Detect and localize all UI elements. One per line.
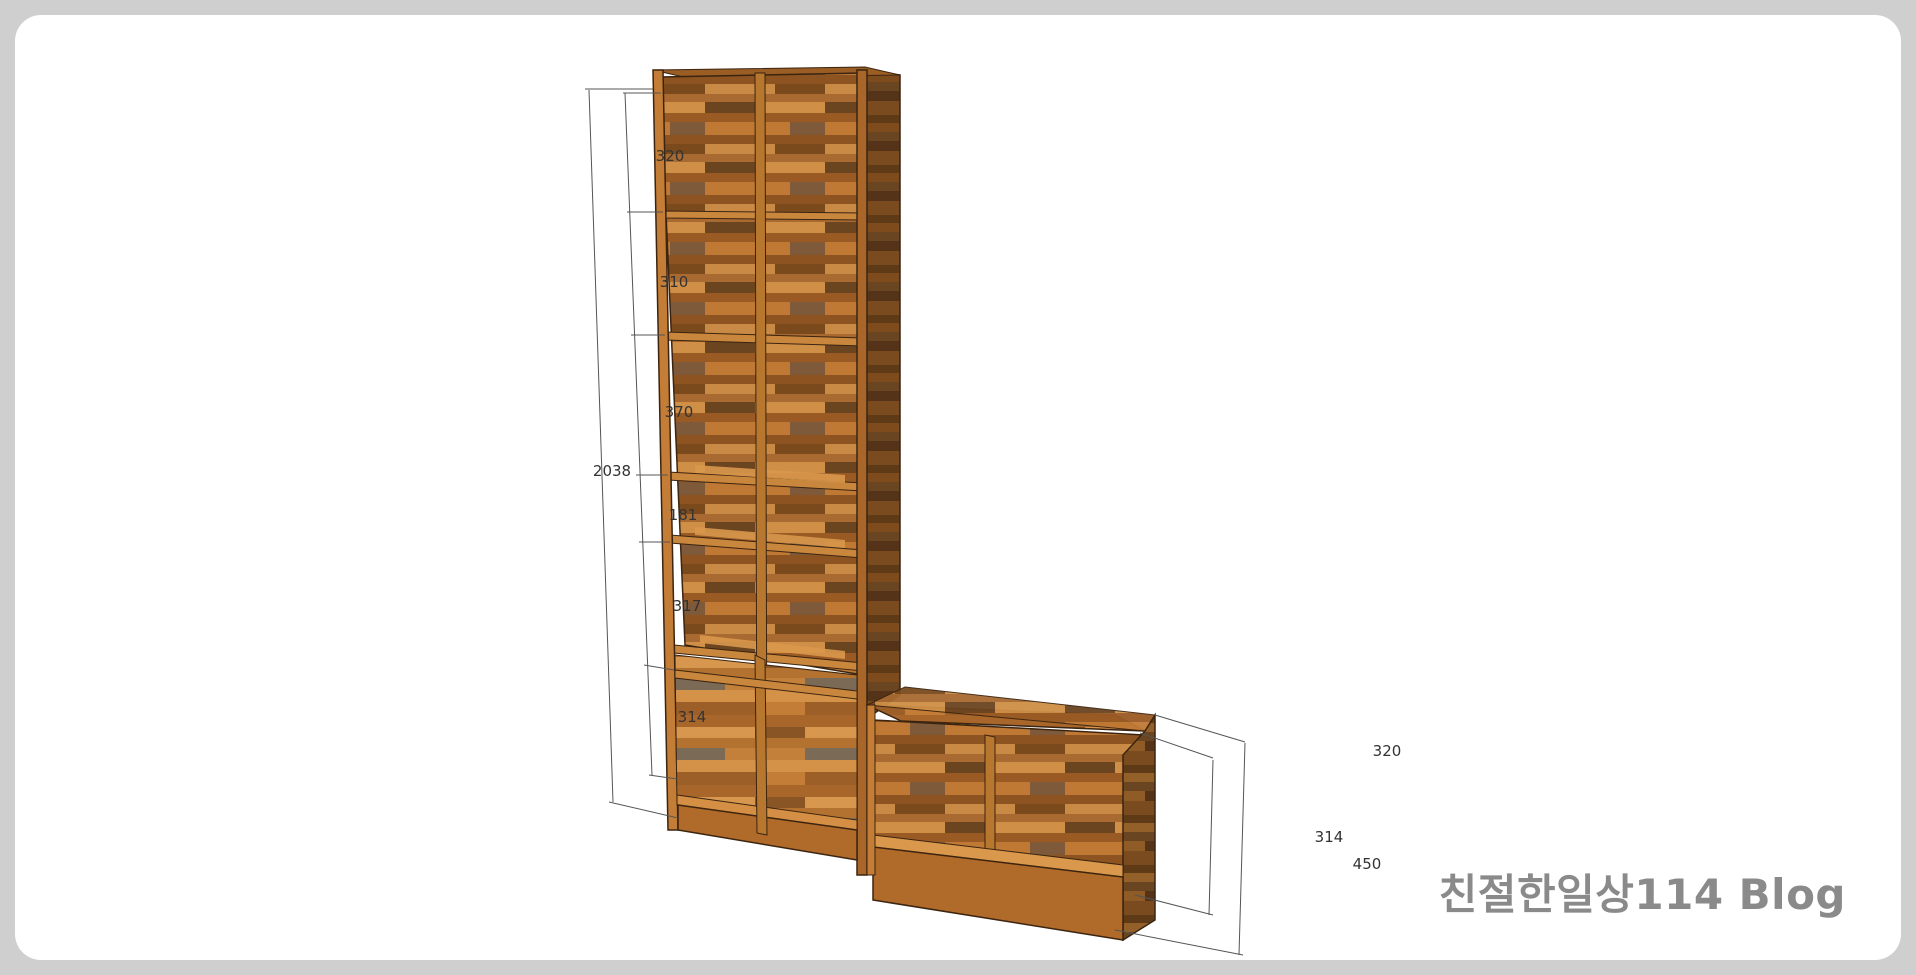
low-bench-unit — [865, 686, 1156, 942]
canvas-card: 2038 320 310 370 181 317 314 320 314 450… — [15, 15, 1901, 960]
dim-bench-depth: 320 — [1373, 742, 1402, 760]
dim-bench-inner: 314 — [1315, 828, 1344, 846]
dim-shelf-2: 310 — [660, 273, 689, 291]
dim-bench-height: 450 — [1353, 855, 1382, 873]
dim-total-height: 2038 — [593, 462, 631, 480]
bookshelf-diagram: 2038 320 310 370 181 317 314 320 314 450 — [585, 66, 1402, 956]
dim-shelf-1: 320 — [656, 147, 685, 165]
blog-watermark: 친절한일상114 Blog — [1438, 870, 1846, 919]
dim-shelf-3: 370 — [665, 403, 694, 421]
dim-shelf-4: 181 — [669, 506, 698, 524]
dim-shelf-6: 314 — [678, 708, 707, 726]
dim-shelf-5: 317 — [673, 597, 702, 615]
tall-bookshelf — [652, 66, 901, 876]
